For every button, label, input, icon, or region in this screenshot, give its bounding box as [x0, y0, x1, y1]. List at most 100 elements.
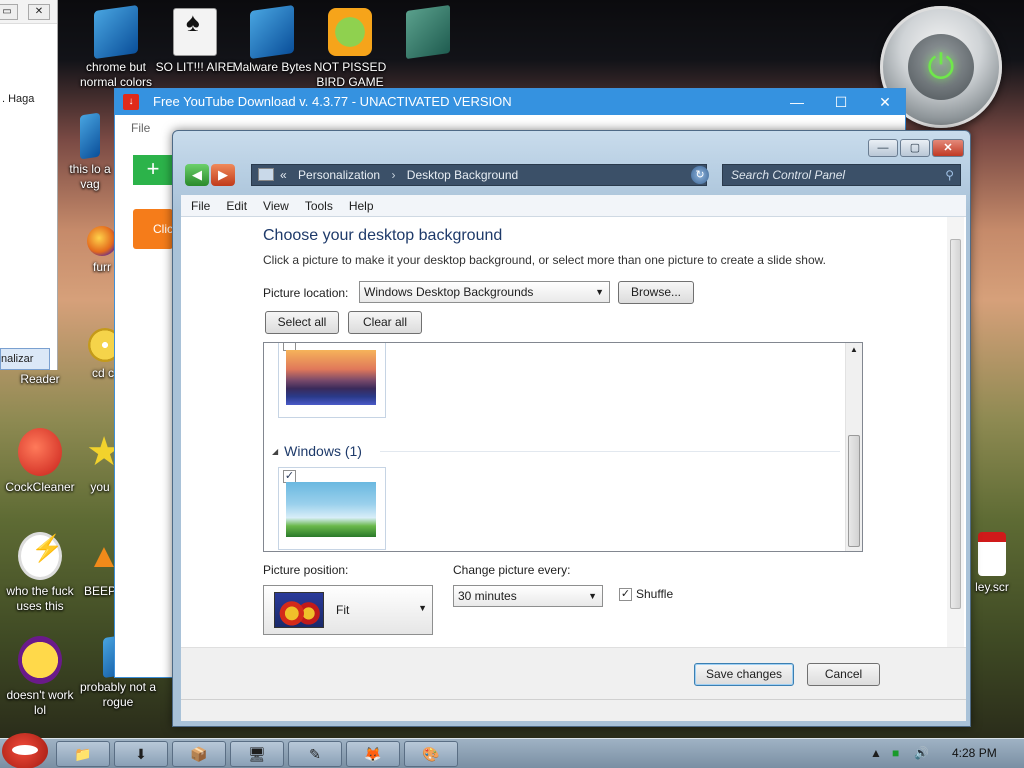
wallpaper-thumbnail[interactable]: [278, 343, 386, 418]
breadcrumb-personalization[interactable]: Personalization: [298, 168, 380, 182]
close-icon[interactable]: ✕: [863, 89, 907, 115]
taskbar-firefox-button[interactable]: 🦊: [346, 741, 400, 767]
desktop-icon-label: doesn't work lol: [6, 688, 74, 717]
document-icon: [406, 4, 450, 60]
breadcrumb-desktop-background[interactable]: Desktop Background: [407, 168, 518, 182]
group-divider: [380, 451, 840, 452]
search-input[interactable]: Search Control Panel ⚲: [722, 164, 961, 186]
cancel-button[interactable]: Cancel: [807, 663, 880, 686]
desktop-icon-label: Reader: [20, 372, 60, 386]
taskbar-explorer-button[interactable]: 📁: [56, 741, 110, 767]
back-arrow-icon[interactable]: ◀: [185, 164, 209, 186]
gallery-scrollbar[interactable]: ▲: [845, 343, 862, 551]
browse-button[interactable]: Browse...: [618, 281, 694, 304]
dropdown-arrow-icon: ▼: [418, 603, 427, 613]
navigation-bar: ◀ ▶ « Personalization › Desktop Backgrou…: [185, 164, 961, 188]
main-content: Choose your desktop background Click a p…: [181, 217, 966, 647]
shuffle-checkbox[interactable]: ✓: [619, 588, 632, 601]
start-button-angry-bird-icon[interactable]: [2, 733, 48, 768]
change-interval-value: 30 minutes: [458, 589, 517, 603]
window-title: Free YouTube Download v. 4.3.77 - UNACTI…: [153, 94, 512, 109]
desktop-icon-label: you: [90, 480, 110, 494]
titlebar[interactable]: ▭ ✕: [0, 0, 57, 24]
back-forward-buttons: ◀ ▶: [185, 164, 239, 186]
menu-edit[interactable]: Edit: [216, 195, 253, 217]
menu-help[interactable]: Help: [339, 195, 380, 217]
titlebar[interactable]: ↓ Free YouTube Download v. 4.3.77 - UNAC…: [115, 89, 905, 115]
dropdown-arrow-icon: ▼: [588, 591, 597, 601]
select-all-button[interactable]: Select all: [265, 311, 339, 334]
add-url-button[interactable]: +: [133, 155, 173, 185]
wallpaper-thumbnail[interactable]: ✓: [278, 467, 386, 550]
picture-location-select[interactable]: Windows Desktop Backgrounds ▼: [359, 281, 610, 303]
maximize-icon[interactable]: ▢: [900, 139, 930, 157]
wallpaper-gallery[interactable]: Windows (1) ✓ ▲: [263, 342, 863, 552]
desktop-icon-label: NOT PISSED BIRD GAME: [313, 60, 387, 89]
desktop-icon-ccleaner[interactable]: CockCleaner: [0, 428, 80, 495]
desktop-icon-reader[interactable]: Reader: [0, 372, 80, 387]
refresh-icon[interactable]: ↻: [691, 166, 709, 184]
clock[interactable]: 4:28 PM: [952, 746, 997, 760]
menu-file[interactable]: File: [181, 195, 216, 217]
desktop-icon-bird-game[interactable]: NOT PISSED BIRD GAME: [310, 8, 390, 90]
restore-icon[interactable]: ▭: [0, 4, 18, 20]
content-scrollbar[interactable]: [947, 217, 964, 647]
taskbar-control-panel-button[interactable]: 🖥: [230, 741, 284, 767]
position-preview-image: [274, 592, 324, 628]
show-hidden-icons-icon[interactable]: ▲: [870, 746, 882, 760]
minimize-icon[interactable]: —: [775, 89, 819, 115]
desktop-icon-chrome[interactable]: chrome but normal colors: [76, 4, 156, 90]
scroll-thumb[interactable]: [950, 239, 961, 609]
desktop-icon-malwarebytes[interactable]: Malware Bytes: [232, 4, 312, 75]
search-placeholder: Search Control Panel: [731, 168, 846, 182]
click-banner[interactable]: Click: [133, 209, 173, 249]
system-tray: ▲ ■ 🔊 4:28 PM: [862, 739, 1024, 768]
desktop-icon-unknown[interactable]: who the fuck uses this: [0, 532, 80, 614]
close-icon[interactable]: ✕: [28, 4, 50, 20]
scroll-up-icon[interactable]: ▲: [850, 345, 858, 354]
shuffle-label[interactable]: Shuffle: [636, 587, 673, 601]
change-interval-select[interactable]: 30 minutes ▼: [453, 585, 603, 607]
close-icon[interactable]: ✕: [932, 139, 964, 157]
desktop-icon-label: CockCleaner: [5, 480, 75, 494]
minimize-icon[interactable]: —: [868, 139, 898, 157]
picture-position-select[interactable]: Fit ▼: [263, 585, 433, 635]
desktop-icon-solitaire[interactable]: SO LIT!!! AIRE: [155, 8, 235, 75]
page-title: Choose your desktop background: [263, 227, 503, 244]
menu-tools[interactable]: Tools: [295, 195, 339, 217]
desktop-icon-label: who the fuck uses this: [6, 584, 74, 613]
search-icon[interactable]: ⚲: [945, 165, 954, 185]
desktop-icon-vag[interactable]: this lo a vag: [62, 112, 118, 192]
picture-location-value: Windows Desktop Backgrounds: [364, 285, 534, 299]
desktop-icon-you[interactable]: ★ you: [82, 428, 122, 495]
desktop-icon-green[interactable]: [388, 4, 468, 60]
menu-file[interactable]: File: [131, 121, 150, 135]
taskbar-paint-button[interactable]: 🎨: [404, 741, 458, 767]
dropdown-arrow-icon: ▼: [595, 287, 604, 297]
save-changes-button[interactable]: Save changes: [694, 663, 794, 686]
desktop-icon-beep[interactable]: ▲ BEEP: [82, 532, 121, 599]
scroll-thumb[interactable]: [848, 435, 860, 547]
finalize-button[interactable]: nalizar: [0, 348, 50, 370]
desktop-icon-label: probably not a rogue: [79, 680, 157, 709]
power-icon: ⏻: [908, 34, 974, 100]
taskbar-installer-button[interactable]: 📦: [172, 741, 226, 767]
desktop-icon-label: this lo a vag: [69, 162, 111, 191]
network-icon[interactable]: ■: [892, 746, 899, 760]
desktop-icon-label: BEEP: [83, 584, 116, 598]
clear-all-button[interactable]: Clear all: [348, 311, 422, 334]
desktop-icon-yahoo[interactable]: doesn't work lol: [0, 636, 80, 718]
malwarebytes-icon: [250, 4, 294, 60]
forward-arrow-icon[interactable]: ▶: [211, 164, 235, 186]
desktop-icon-label: Malware Bytes: [232, 60, 312, 74]
menu-view[interactable]: View: [253, 195, 295, 217]
group-header[interactable]: Windows (1): [272, 443, 362, 459]
address-bar[interactable]: « Personalization › Desktop Background ▼: [251, 164, 707, 186]
control-panel-window[interactable]: — ▢ ✕ ◀ ▶ « Personalization › Desktop Ba…: [172, 130, 971, 727]
taskbar-youtube-download-button[interactable]: ⬇: [114, 741, 168, 767]
background-window-left[interactable]: ▭ ✕ . Haga nalizar: [0, 0, 58, 370]
volume-icon[interactable]: 🔊: [914, 746, 929, 760]
picture-location-label: Picture location:: [263, 286, 349, 300]
taskbar-app-button[interactable]: ✎: [288, 741, 342, 767]
maximize-icon[interactable]: ☐: [819, 89, 863, 115]
